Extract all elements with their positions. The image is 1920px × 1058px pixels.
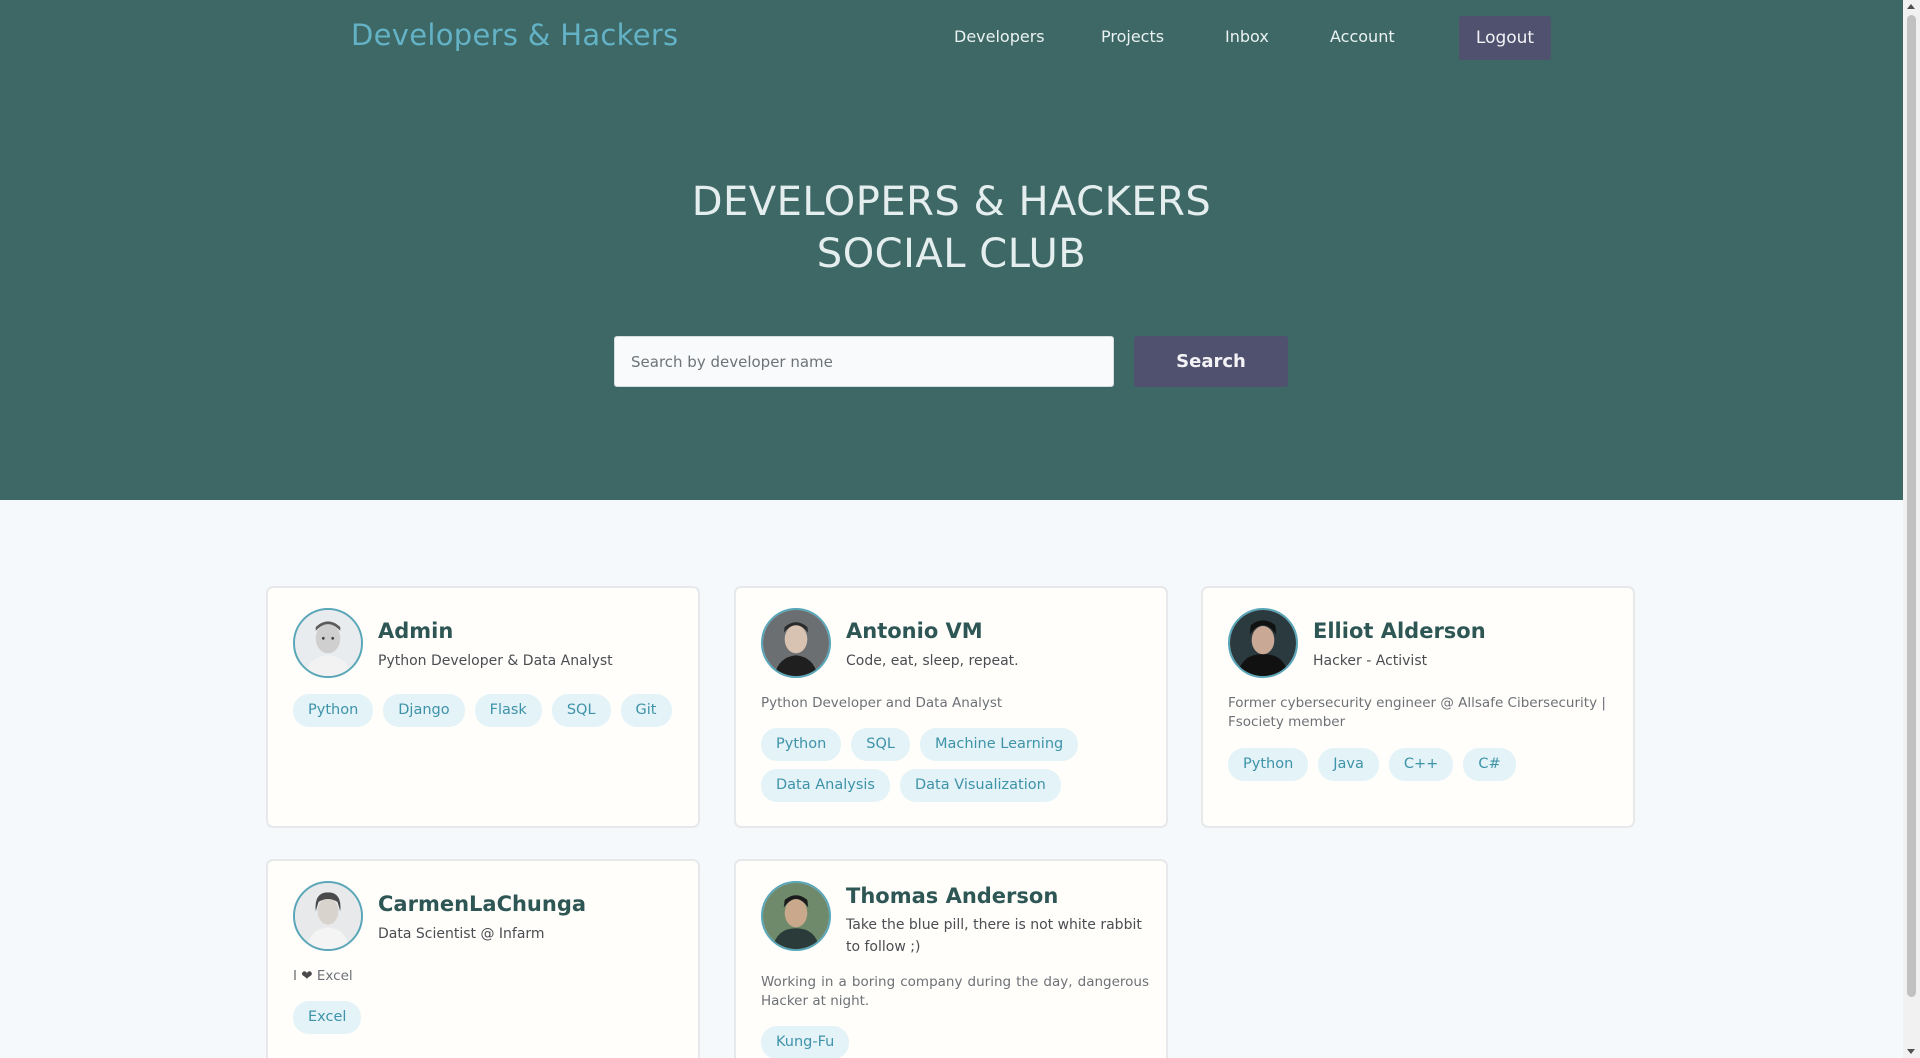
skill-tag: Data Analysis: [761, 769, 890, 802]
skill-tag: SQL: [851, 728, 910, 761]
developer-name: CarmenLaChunga: [378, 892, 587, 916]
developer-tagline: Code, eat, sleep, repeat.: [846, 653, 1019, 669]
nav-link-projects[interactable]: Projects: [1101, 27, 1164, 46]
skill-tags: Python Java C++ C#: [1228, 748, 1618, 781]
skill-tags: Python SQL Machine Learning Data Analysi…: [761, 728, 1151, 802]
hero-banner: Developers & Hackers Developers Projects…: [0, 0, 1903, 500]
skill-tag: Python: [293, 694, 374, 727]
skill-tag: C#: [1463, 748, 1516, 781]
logout-button[interactable]: Logout: [1459, 16, 1551, 60]
developer-name: Admin: [378, 619, 454, 643]
skill-tag: Data Visualization: [899, 769, 1061, 802]
scroll-thumb[interactable]: [1907, 15, 1916, 997]
skill-tag: Excel: [293, 1001, 362, 1034]
developer-bio: Python Developer and Data Analyst: [761, 695, 1003, 711]
developer-name: Antonio VM: [846, 619, 983, 643]
avatar: [761, 608, 831, 678]
heart-icon: ❤: [301, 968, 313, 984]
skill-tag: SQL: [551, 694, 611, 727]
developer-card-antonio-vm[interactable]: Antonio VM Code, eat, sleep, repeat. Pyt…: [734, 586, 1168, 828]
vertical-scrollbar[interactable]: [1903, 0, 1920, 1058]
skill-tag: Git: [620, 694, 672, 727]
developer-name: Thomas Anderson: [846, 884, 1059, 908]
skill-tags: Excel: [293, 1001, 683, 1034]
avatar: [761, 881, 831, 951]
skill-tag: C++: [1388, 748, 1454, 781]
skill-tag: Flask: [474, 694, 542, 727]
developer-bio: I ❤ Excel: [293, 967, 681, 986]
skill-tag: Django: [383, 694, 465, 727]
developer-tagline: Hacker - Activist: [1313, 653, 1428, 669]
developer-tagline: Data Scientist @ Infarm: [378, 926, 545, 942]
skill-tag: Kung-Fu: [761, 1026, 850, 1058]
skill-tag: Machine Learning: [919, 728, 1079, 761]
developer-tagline: Python Developer & Data Analyst: [378, 653, 613, 669]
developer-card-elliot-alderson[interactable]: Elliot Alderson Hacker - Activist Former…: [1201, 586, 1635, 828]
hero-title-line-2: SOCIAL CLUB: [816, 231, 1087, 277]
hero-title: DEVELOPERS & HACKERS SOCIAL CLUB: [0, 176, 1903, 280]
avatar: [1228, 608, 1298, 678]
developer-bio: Working in a boring company during the d…: [761, 974, 1149, 1009]
skill-tags: Python Django Flask SQL Git: [293, 694, 683, 727]
scroll-up-arrow-icon[interactable]: [1907, 4, 1915, 9]
skill-tags: Kung-Fu: [761, 1026, 1151, 1058]
developer-tagline: Take the blue pill, there is not white r…: [846, 917, 1142, 955]
developer-name: Elliot Alderson: [1313, 619, 1486, 643]
developer-card-admin[interactable]: Admin Python Developer & Data Analyst Py…: [266, 586, 700, 828]
developer-card-carmenlachunga[interactable]: CarmenLaChunga Data Scientist @ Infarm I…: [266, 859, 700, 1058]
scroll-down-arrow-icon[interactable]: [1907, 1049, 1915, 1054]
skill-tag: Python: [761, 728, 842, 761]
nav-link-account[interactable]: Account: [1330, 27, 1395, 46]
nav-link-inbox[interactable]: Inbox: [1225, 27, 1269, 46]
search-button[interactable]: Search: [1134, 336, 1288, 387]
nav-link-developers[interactable]: Developers: [954, 27, 1045, 46]
skill-tag: Python: [1228, 748, 1309, 781]
avatar: [293, 608, 363, 678]
bio-prefix: I: [293, 968, 297, 984]
search-input[interactable]: [614, 336, 1114, 387]
site-logo[interactable]: Developers & Hackers: [351, 18, 678, 52]
skill-tag: Java: [1318, 748, 1379, 781]
developer-bio: Former cybersecurity engineer @ Allsafe …: [1228, 695, 1606, 730]
avatar: [293, 881, 363, 951]
page: Developers & Hackers Developers Projects…: [0, 0, 1903, 1058]
bio-suffix: Excel: [316, 968, 353, 984]
developer-card-thomas-anderson[interactable]: Thomas Anderson Take the blue pill, ther…: [734, 859, 1168, 1058]
hero-title-line-1: DEVELOPERS & HACKERS: [691, 179, 1212, 225]
